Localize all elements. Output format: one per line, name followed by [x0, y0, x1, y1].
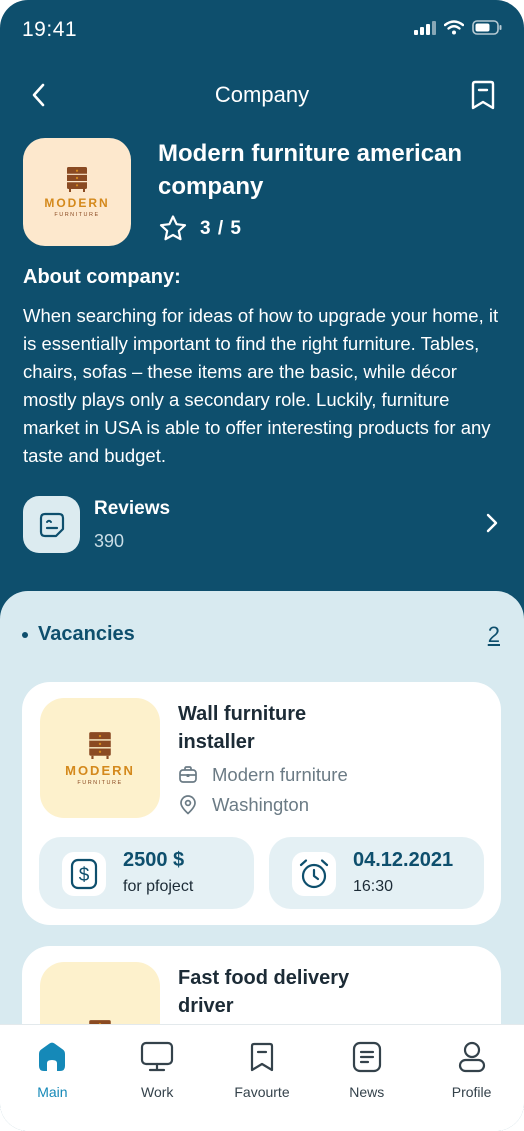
bookmark-icon[interactable]: [470, 78, 496, 112]
chevron-right-icon: [486, 513, 498, 533]
bullet-dot: [22, 631, 28, 638]
bookmark-icon: [249, 1039, 275, 1075]
tab-label: Work: [140, 1084, 174, 1100]
date-value: 04.12.2021: [353, 849, 454, 871]
vacancy-logo: MODERN FURNITURE: [40, 698, 160, 818]
nav-bar: Company: [0, 70, 524, 120]
reviews-count: 390: [94, 531, 125, 551]
profile-icon: [457, 1039, 487, 1075]
salary-pill: $ 2500 $ for pfoject: [39, 837, 254, 909]
status-time: 19:41: [22, 18, 78, 41]
tab-label: Favourte: [234, 1084, 290, 1100]
review-note-icon: [39, 512, 64, 537]
vacancy-company: Modern furniture: [212, 764, 348, 785]
reviews-icon-box: [23, 496, 80, 553]
company-name: Modern furniture american company: [158, 140, 463, 200]
alarm-clock-icon: [299, 859, 329, 889]
salary-value: 2500 $: [123, 849, 185, 871]
screen: 19:41 Company MODERN FURNITURE Modern fu…: [0, 0, 524, 1131]
news-icon: [351, 1039, 383, 1075]
about-text: When searching for ideas of how to upgra…: [23, 305, 499, 466]
date-pill: 04.12.2021 16:30: [269, 837, 484, 909]
wifi-icon: [444, 20, 464, 35]
tab-bar: Main Work Favourte News Profile: [0, 1024, 524, 1131]
vacancies-count-link[interactable]: 2: [488, 622, 500, 648]
reviews-label: Reviews: [94, 498, 171, 519]
alarm-icon-box: [292, 852, 336, 896]
vacancy-company-row: Modern furniture: [178, 764, 348, 786]
status-icons: [414, 20, 502, 35]
vacancy-title: Wall furniture installer: [178, 703, 307, 753]
tab-work[interactable]: Work: [105, 1025, 210, 1131]
tab-news[interactable]: News: [314, 1025, 419, 1131]
dollar-icon-box: $: [62, 852, 106, 896]
time-value: 16:30: [353, 878, 394, 895]
vacancy-location-row: Washington: [178, 794, 309, 816]
vacancy-location: Washington: [212, 794, 310, 815]
vacancies-title: Vacancies: [38, 623, 135, 645]
company-rating: 3 / 5: [158, 214, 242, 243]
battery-icon: [472, 20, 502, 35]
salary-note: for pfoject: [123, 878, 194, 895]
tab-favourite[interactable]: Favourte: [210, 1025, 315, 1131]
tab-label: Profile: [451, 1084, 492, 1100]
signal-icon: [414, 20, 436, 35]
monitor-icon: [139, 1039, 175, 1075]
vacancy-card[interactable]: MODERN FURNITURE Wall furniture installe…: [22, 682, 501, 925]
star-icon: [159, 215, 187, 241]
dresser-icon: [89, 731, 111, 759]
tab-profile[interactable]: Profile: [419, 1025, 524, 1131]
reviews-link[interactable]: Reviews 390: [23, 496, 503, 554]
tab-label: News: [349, 1084, 385, 1100]
page-title: Company: [214, 82, 310, 107]
svg-text:$: $: [79, 865, 90, 886]
logo-wordmark: MODERN: [65, 762, 135, 778]
vacancies-header: Vacancies: [22, 623, 135, 646]
about-title: About company:: [23, 266, 181, 288]
tab-label: Main: [37, 1084, 68, 1100]
dresser-icon: [67, 167, 87, 192]
dollar-icon: $: [70, 858, 98, 890]
tab-main[interactable]: Main: [0, 1025, 105, 1131]
company-logo: MODERN FURNITURE: [23, 138, 131, 246]
briefcase-icon: [179, 766, 197, 783]
logo-subtitle: FURNITURE: [54, 212, 100, 218]
vacancy-title: Fast food delivery driver: [178, 967, 350, 1017]
logo-subtitle: FURNITURE: [77, 779, 123, 786]
rating-value: 3 / 5: [200, 217, 242, 239]
location-pin-icon: [180, 795, 196, 815]
home-icon: [35, 1039, 69, 1075]
logo-wordmark: MODERN: [44, 196, 110, 210]
status-bar: 19:41: [0, 0, 524, 62]
